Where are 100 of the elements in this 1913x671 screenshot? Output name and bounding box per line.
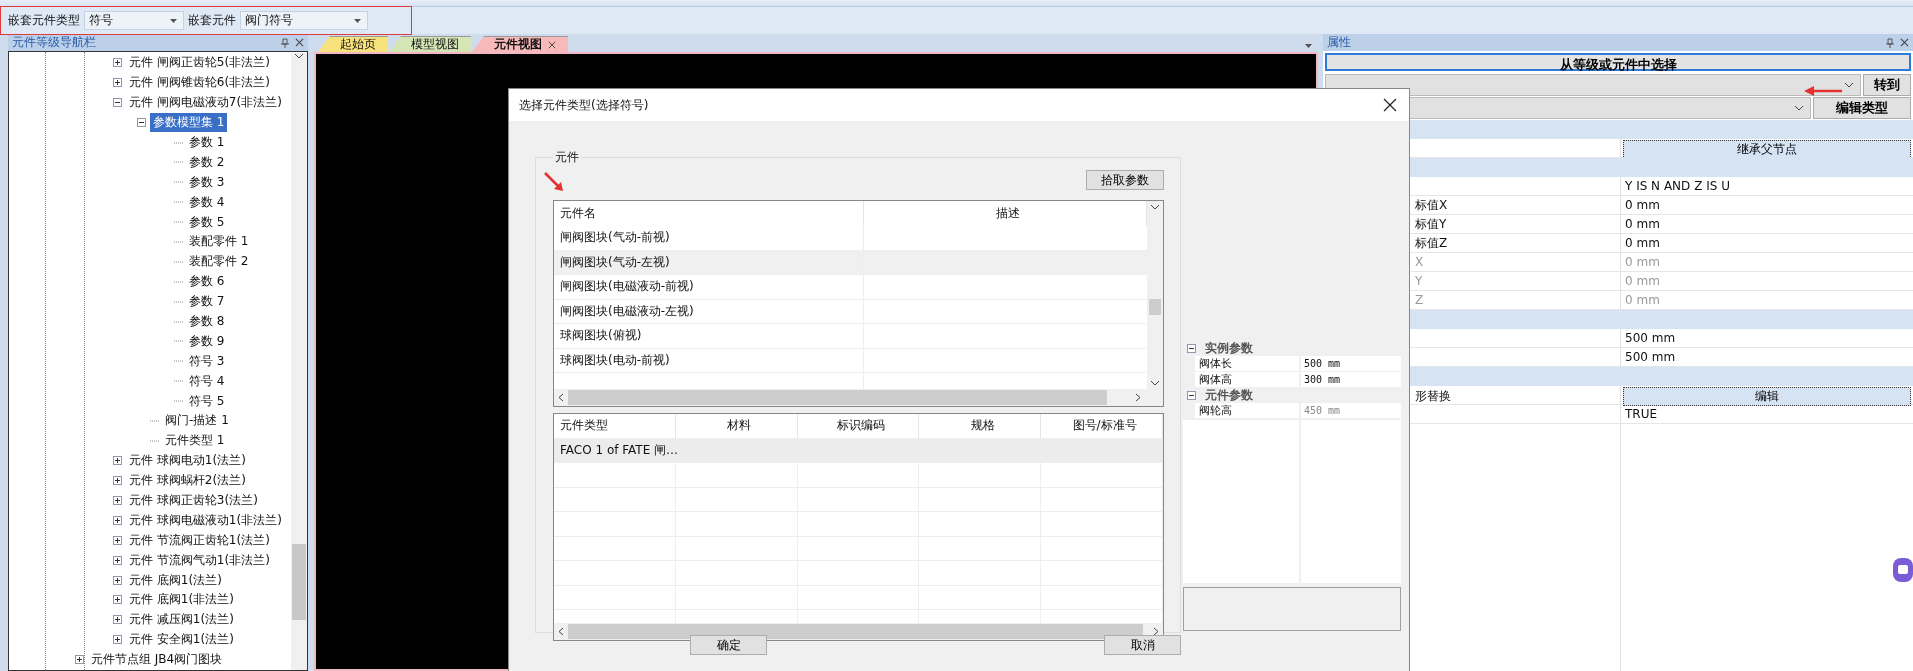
tree-item[interactable]: 装配零件 1 <box>186 232 252 252</box>
tree-item[interactable]: 参数 1 <box>186 133 228 152</box>
expand-icon[interactable] <box>113 575 122 585</box>
dropdown-arrow-icon[interactable] <box>1305 44 1312 48</box>
list-row[interactable]: 球阀图块(电动-前视) <box>554 348 1147 373</box>
tree-item[interactable]: 元件 底阀1(法兰) <box>126 570 225 590</box>
expand-icon[interactable] <box>113 78 122 88</box>
tree-item[interactable]: 元件 球阀正齿轮3(法兰) <box>126 491 261 511</box>
close-icon[interactable] <box>295 38 304 47</box>
tab[interactable]: 元件视图 <box>472 36 568 52</box>
tree-item[interactable]: 元件 闸阀正齿轮5(非法兰) <box>126 53 273 73</box>
scroll-left-icon[interactable] <box>558 627 564 636</box>
tree-item[interactable]: 参数 5 <box>186 212 228 232</box>
close-icon[interactable] <box>1900 38 1909 47</box>
dropdown-arrow-icon[interactable] <box>170 18 177 23</box>
tree-item[interactable]: 符号 4 <box>186 371 228 391</box>
property-value[interactable]: Y IS N AND Z IS U <box>1620 177 1913 195</box>
tree-item[interactable]: 参数 8 <box>186 312 228 331</box>
tab[interactable]: 起始页 <box>318 36 388 52</box>
property-value[interactable]: 0 mm <box>1620 196 1913 214</box>
list-row[interactable]: 球阀图块(俯视) <box>554 324 1147 349</box>
property-value[interactable]: TRUE <box>1620 405 1913 423</box>
tree-item[interactable]: 参数 9 <box>186 331 228 351</box>
tree-item[interactable]: 参数 3 <box>186 172 228 192</box>
scroll-thumb[interactable] <box>1149 299 1161 315</box>
scroll-thumb[interactable] <box>292 544 306 620</box>
column-header[interactable]: 规格 <box>919 414 1042 438</box>
tree-item[interactable]: 元件 安全阀1(法兰) <box>126 630 237 650</box>
scrollbar[interactable] <box>554 623 1163 640</box>
list-row[interactable]: 闸阀图块(电磁液动-前视) <box>554 275 1147 300</box>
tree-item[interactable]: 元件 闸阀锥齿轮6(非法兰) <box>126 73 273 93</box>
tree-item[interactable]: 参数 4 <box>186 192 228 212</box>
expand-icon[interactable] <box>113 476 122 486</box>
tree-item[interactable]: 元件 节流阀正齿轮1(法兰) <box>126 530 273 550</box>
pin-icon[interactable] <box>281 37 289 48</box>
column-header[interactable]: 图号/标准号 <box>1041 414 1163 438</box>
table-row[interactable]: FACO 1 of FATE 闸… <box>554 438 1163 463</box>
expand-icon[interactable] <box>113 58 122 68</box>
cancel-button[interactable]: 取消 <box>1104 635 1181 655</box>
pick-parameters-button[interactable]: 拾取参数 <box>1086 170 1164 190</box>
tree-item[interactable]: 参数 6 <box>186 272 228 292</box>
tree-item[interactable]: 符号 3 <box>186 351 228 371</box>
goto-button[interactable]: 转到 <box>1863 74 1911 96</box>
scrollbar[interactable] <box>1147 201 1163 389</box>
column-header[interactable]: 元件类型 <box>554 414 676 438</box>
column-header[interactable]: 标识编码 <box>797 414 920 438</box>
expand-icon[interactable] <box>113 635 122 645</box>
expand-icon[interactable] <box>113 615 122 625</box>
dropdown-field[interactable] <box>1325 74 1861 96</box>
tree-item[interactable]: 元件 底阀1(非法兰) <box>126 590 237 610</box>
tree-item[interactable]: 参数 2 <box>186 152 228 172</box>
column-header[interactable]: 材料 <box>675 414 798 438</box>
ok-button[interactable]: 确定 <box>690 635 767 655</box>
tab[interactable]: 模型视图 <box>389 36 471 52</box>
tree-item[interactable]: 元件 闸阀电磁液动7(非法兰) <box>126 93 285 113</box>
property-value[interactable]: 500 mm <box>1620 329 1913 347</box>
scrollbar[interactable] <box>291 53 307 670</box>
list-row[interactable]: 闸阀图块(气动-前视) <box>554 226 1147 251</box>
expand-icon[interactable] <box>113 555 122 565</box>
list-row[interactable]: 闸阀图块(气动-左视) <box>554 250 1147 275</box>
scroll-down-icon[interactable] <box>1150 380 1160 386</box>
tree-item[interactable]: 元件 球阀蜗杆2(法兰) <box>126 471 249 491</box>
property-value[interactable]: 0 mm <box>1620 234 1913 252</box>
tree-item[interactable]: 阀门-描述 1 <box>162 411 232 431</box>
property-button[interactable]: 编辑 <box>1623 387 1911 406</box>
close-icon[interactable] <box>548 40 556 49</box>
tree-item[interactable]: 元件 减压阀1(法兰) <box>126 610 237 630</box>
tree-item[interactable]: 元件 节流阀气动1(非法兰) <box>126 550 273 570</box>
dropdown-field[interactable]: 阀门符号 <box>240 11 368 30</box>
tree-item[interactable]: 元件类型 1 <box>162 431 228 451</box>
property-value[interactable]: 500 mm <box>1620 348 1913 366</box>
scroll-up-icon[interactable] <box>1150 204 1160 210</box>
tree-item[interactable]: 参数 7 <box>186 292 228 312</box>
dropdown-arrow-icon[interactable] <box>354 18 361 23</box>
tree-item[interactable]: 元件 球阀电磁液动1(非法兰) <box>126 510 285 530</box>
scroll-thumb[interactable] <box>568 624 1143 639</box>
expand-icon[interactable] <box>113 595 122 605</box>
dropdown-field[interactable]: 符号 <box>84 11 184 30</box>
expand-icon[interactable] <box>113 535 122 545</box>
collapse-icon[interactable] <box>113 98 122 108</box>
expand-icon[interactable] <box>113 496 122 506</box>
scroll-up-icon[interactable] <box>294 53 304 59</box>
scroll-left-icon[interactable] <box>558 393 564 402</box>
scroll-thumb[interactable] <box>568 390 1107 405</box>
expand-icon[interactable] <box>113 456 122 466</box>
select-button[interactable]: 从等级或元件中选择 <box>1325 53 1911 71</box>
tree-item[interactable]: 元件节点组 JB4阀门图块 <box>88 650 226 670</box>
tree-item[interactable]: 装配零件 2 <box>186 252 252 272</box>
parameter-value[interactable]: 300 mm <box>1299 372 1401 387</box>
collapse-icon[interactable] <box>1187 344 1196 353</box>
edit-type-button[interactable]: 编辑类型 <box>1813 97 1911 119</box>
scroll-right-icon[interactable] <box>1135 393 1141 402</box>
property-value[interactable]: 0 mm <box>1620 215 1913 233</box>
tree-item[interactable]: 元件 球阀电动1(法兰) <box>126 451 249 471</box>
expand-icon[interactable] <box>75 655 84 665</box>
tree-item[interactable]: 参数模型集 1 <box>150 113 228 133</box>
scrollbar[interactable] <box>554 389 1163 406</box>
list-row[interactable]: 闸阀图块(电磁液动-左视) <box>554 299 1147 324</box>
tree-item[interactable]: 符号 5 <box>186 391 228 411</box>
expand-icon[interactable] <box>113 515 122 525</box>
